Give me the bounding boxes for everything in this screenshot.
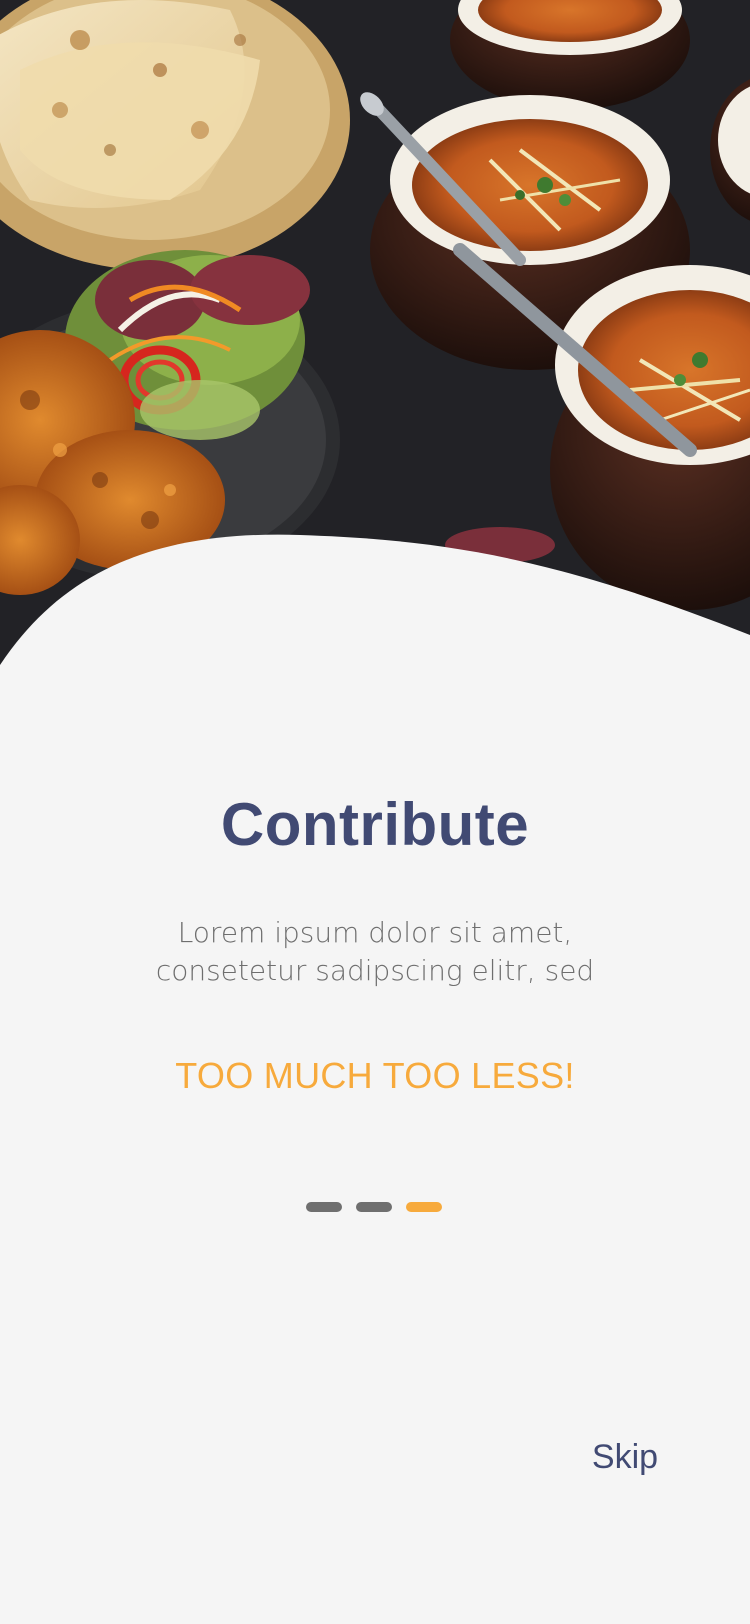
page-indicator-dot-2[interactable] (356, 1202, 392, 1212)
description-text: Lorem ipsum dolor sit amet, consetetur s… (125, 914, 625, 990)
hero-food-image (0, 0, 750, 700)
onboarding-screen: Contribute Lorem ipsum dolor sit amet, c… (0, 0, 750, 1624)
page-indicator-dot-3-active[interactable] (406, 1202, 442, 1212)
description-line-2: consetetur sadipscing elitr, sed (155, 954, 595, 987)
page-title: Contribute (220, 791, 530, 858)
page-indicator (306, 1202, 442, 1212)
skip-button[interactable]: Skip (570, 1432, 680, 1482)
description-line-1: Lorem ipsum dolor sit amet, (177, 916, 573, 949)
tagline: TOO MUCH TOO LESS! (175, 1055, 575, 1096)
page-indicator-dot-1[interactable] (306, 1202, 342, 1212)
